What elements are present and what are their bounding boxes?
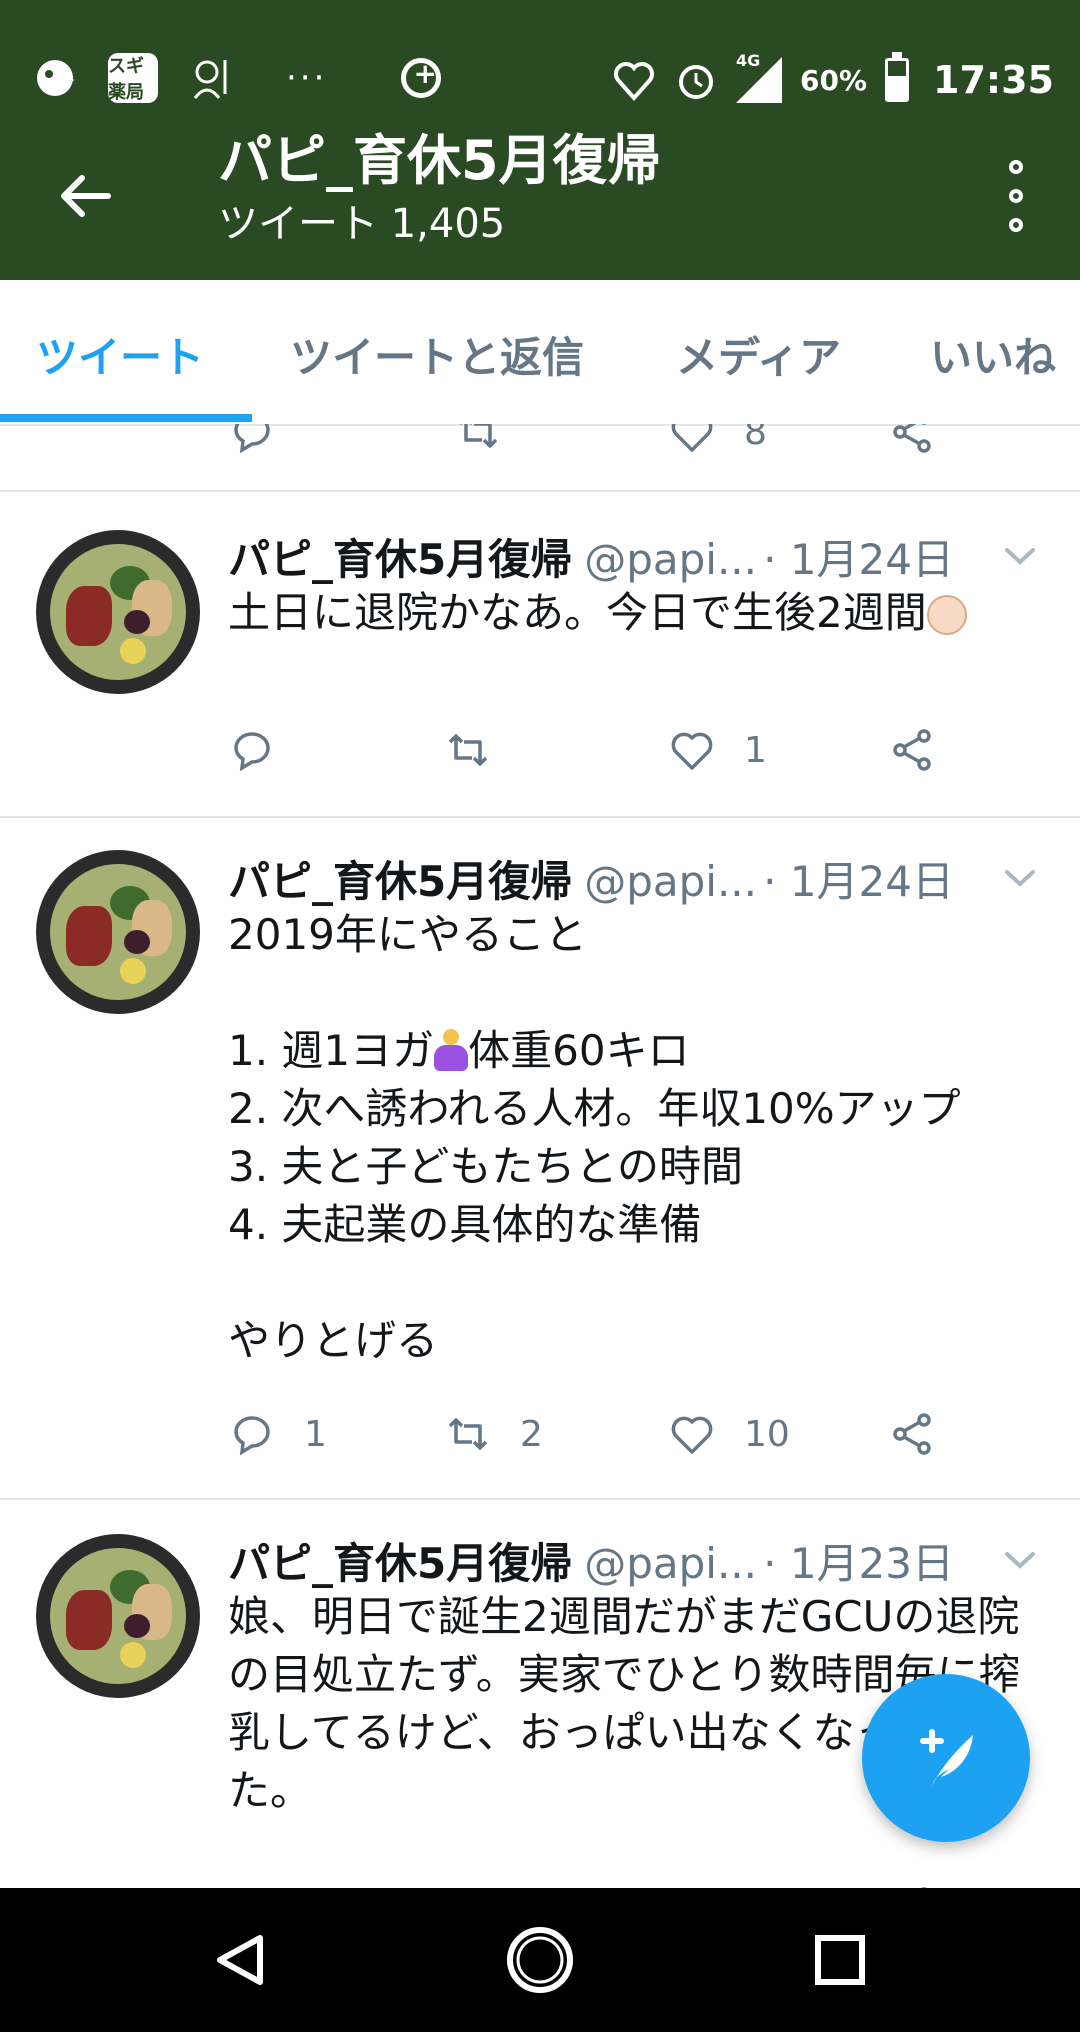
compose-feather-icon (920, 1729, 973, 1787)
reply-icon (234, 424, 270, 454)
avatar[interactable] (36, 850, 200, 1014)
sugi-pharmacy-app-icon: スギ薬局 (108, 53, 158, 103)
retweet-count: 2 (520, 1413, 543, 1455)
system-nav-bar (0, 1888, 1080, 2032)
tweet-author-handle[interactable]: @papi... (584, 857, 757, 906)
tweet-text: 土日に退院かなあ。今日で生後2週間 (228, 584, 1048, 642)
more-dot-icon (1009, 218, 1023, 232)
reply-button[interactable] (228, 424, 276, 462)
status-overflow: ··· (286, 58, 328, 98)
reply-icon (234, 732, 270, 772)
tweet-item[interactable]: パピ_育休5月復帰 @papi... · 1月24日 2019年にやること 1. … (0, 818, 1080, 1500)
avatar[interactable] (36, 1534, 200, 1698)
retweet-icon (448, 734, 488, 766)
like-count: 1 (744, 729, 767, 771)
retweet-button[interactable] (444, 720, 492, 780)
share-button[interactable] (888, 1878, 936, 1888)
retweet-button[interactable] (444, 1878, 492, 1888)
tweet-author-handle[interactable]: @papi... (584, 1539, 757, 1588)
chevron-down-icon (1005, 1552, 1035, 1569)
tweet-author-name[interactable]: パピ_育休5月復帰 (228, 1539, 572, 1588)
tweet-author-name[interactable]: パピ_育休5月復帰 (228, 535, 572, 584)
profile-tabs: ツイート ツイートと返信 メディア いいね (0, 280, 1080, 426)
reply-button[interactable]: 1 (228, 1404, 327, 1464)
reply-button[interactable] (228, 720, 276, 780)
parrot-app-icon (30, 53, 80, 103)
baby-emoji-icon (926, 595, 967, 635)
heart-shield-icon (612, 58, 656, 102)
share-button[interactable] (888, 1404, 936, 1464)
tweet-feed[interactable]: 8 パピ_育休5月復帰 @papi... · 1月24日 土日に退院かなあ。今日で… (0, 424, 1080, 1888)
reply-button[interactable] (228, 1878, 276, 1888)
nav-back-button[interactable] (200, 1920, 280, 2000)
circle-home-icon (507, 1927, 573, 1993)
like-count: 10 (744, 1413, 790, 1455)
like-button[interactable]: 8 (668, 424, 767, 462)
tab-tweets-and-replies[interactable]: ツイートと返信 (290, 324, 584, 385)
tweet-count: ツイート 1,405 (218, 201, 506, 247)
app-header: スギ薬局 ··· 4G 60% 17:35 パピ_育休5月復帰 ツイート 1,4… (0, 0, 1080, 280)
retweet-button[interactable] (454, 424, 502, 462)
share-button[interactable] (888, 720, 936, 780)
tweet-menu-button[interactable] (990, 534, 1050, 578)
battery-icon (885, 52, 910, 102)
cook-app-icon (186, 53, 236, 103)
tweet-author-name[interactable]: パピ_育休5月復帰 (228, 857, 572, 906)
square-recents-icon (815, 1935, 865, 1985)
nav-recents-button[interactable] (800, 1920, 880, 2000)
triangle-back-icon (217, 1935, 263, 1985)
tab-tweets[interactable]: ツイート (36, 324, 204, 385)
avatar[interactable] (36, 530, 200, 694)
like-button[interactable]: 10 (668, 1404, 790, 1464)
chevron-down-icon (1005, 548, 1035, 565)
heart-icon (671, 1416, 713, 1454)
tweet-date: · 1月24日 (763, 535, 954, 584)
retweet-icon (460, 424, 498, 448)
tweet-date: · 1月24日 (763, 857, 954, 906)
more-options-button[interactable] (996, 160, 1036, 232)
share-icon (893, 424, 931, 453)
sync-icon (401, 57, 442, 98)
reply-icon (234, 1416, 270, 1456)
reply-count: 1 (304, 1413, 327, 1455)
tweet-item[interactable]: パピ_育休5月復帰 @papi... · 1月24日 土日に退院かなあ。今日で生後… (0, 492, 1080, 818)
share-icon (893, 729, 931, 771)
tweet-menu-button[interactable] (990, 856, 1050, 900)
previous-tweet-actions: 8 (0, 424, 1080, 492)
compose-tweet-button[interactable] (862, 1674, 1030, 1842)
heart-icon (671, 732, 713, 770)
share-button[interactable] (888, 424, 936, 462)
like-count: 8 (744, 424, 767, 453)
tweet-date: · 1月23日 (763, 1539, 954, 1588)
tweet-text: 2019年にやること 1. 週1ヨガ 体重60キロ 2. 次へ誘われる人材。年収1… (228, 910, 961, 1365)
page-title: パピ_育休5月復帰 (218, 129, 661, 192)
tab-media[interactable]: メディア (676, 324, 841, 385)
clock: 17:35 (933, 58, 1054, 102)
active-tab-indicator (0, 414, 252, 422)
signal-icon: 4G (736, 51, 782, 103)
like-button[interactable]: 1 (668, 720, 767, 780)
alarm-icon (674, 58, 718, 102)
chevron-down-icon (1005, 870, 1035, 887)
tweet-author-handle[interactable]: @papi... (584, 535, 757, 584)
tab-likes[interactable]: いいね (930, 324, 1056, 385)
arrow-left-icon (61, 175, 111, 217)
more-dot-icon (1009, 189, 1023, 203)
tweet-menu-button[interactable] (990, 1538, 1050, 1582)
heart-icon (671, 424, 713, 452)
battery-percent: 60% (800, 63, 868, 97)
back-button[interactable] (52, 164, 116, 228)
yoga-emoji-icon (434, 1029, 469, 1073)
nav-home-button[interactable] (500, 1920, 580, 2000)
like-button[interactable] (668, 1878, 716, 1888)
more-dot-icon (1009, 160, 1023, 174)
share-icon (893, 1413, 931, 1455)
retweet-button[interactable]: 2 (444, 1404, 543, 1464)
retweet-icon (448, 1418, 488, 1450)
